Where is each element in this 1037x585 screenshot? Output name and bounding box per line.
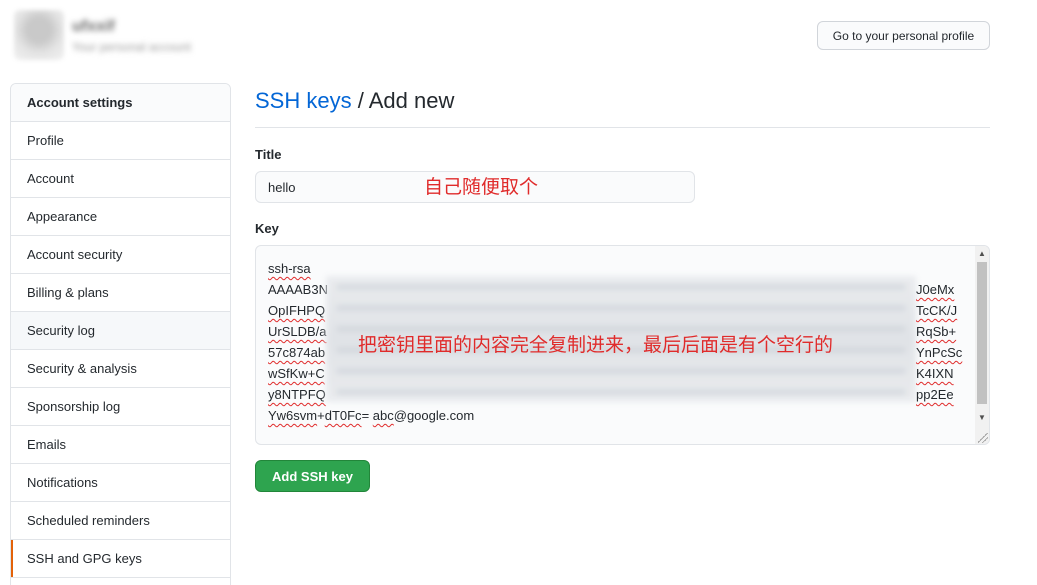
key-line-start: y8NTPFQ xyxy=(268,387,326,402)
sidebar-item-security-log[interactable]: Security log xyxy=(11,312,230,350)
redaction-streak xyxy=(336,284,906,290)
key-line-text: ssh-rsa xyxy=(268,261,311,276)
key-last-part: dT0Fc xyxy=(324,408,362,423)
settings-sidebar: Account settings Profile Account Appeara… xyxy=(10,83,231,585)
sidebar-item-billing-plans[interactable]: Billing & plans xyxy=(11,274,230,312)
go-to-profile-button[interactable]: Go to your personal profile xyxy=(817,21,990,50)
sidebar-item-security-analysis[interactable]: Security & analysis xyxy=(11,350,230,388)
sidebar-item-account[interactable]: Account xyxy=(11,160,230,198)
scroll-thumb[interactable] xyxy=(977,262,987,404)
key-line-end: TcCK/J xyxy=(916,303,958,318)
page-title-text: Add new xyxy=(368,88,455,113)
sidebar-title: Account settings xyxy=(11,84,230,122)
redaction-streak xyxy=(336,389,906,395)
sidebar-item-sponsorship-log[interactable]: Sponsorship log xyxy=(11,388,230,426)
scroll-down-icon[interactable]: ▼ xyxy=(975,410,989,424)
key-line-end: pp2Ee xyxy=(916,387,954,402)
breadcrumb-separator: / xyxy=(351,88,369,113)
key-line-start: OpIFHPQ xyxy=(268,303,326,318)
sidebar-item-ssh-gpg-keys[interactable]: SSH and GPG keys xyxy=(11,540,230,578)
key-annotation: 把密钥里面的内容完全复制进来，最后后面是有个空行的 xyxy=(358,334,834,356)
add-ssh-key-button[interactable]: Add SSH key xyxy=(255,460,370,492)
breadcrumb-ssh-keys-link[interactable]: SSH keys xyxy=(255,88,352,113)
page-title: SSH keys / Add new xyxy=(255,88,454,114)
key-line-endings: J0eMx TcCK/J RqSb+ YnPcSc K4IXN pp2Ee xyxy=(916,279,962,405)
sidebar-item-emails[interactable]: Emails xyxy=(11,426,230,464)
avatar[interactable] xyxy=(14,10,64,60)
key-field-label: Key xyxy=(255,221,279,236)
resize-handle-icon[interactable] xyxy=(978,433,988,443)
sidebar-item-notifications[interactable]: Notifications xyxy=(11,464,230,502)
key-line-start: UrSLDB/a xyxy=(268,324,327,339)
account-subtitle: Your personal account xyxy=(72,40,191,54)
title-annotation: 自己随便取个 xyxy=(424,176,539,198)
key-line-start: AAAAB3N xyxy=(268,282,328,297)
key-line-start: wSfKw+C xyxy=(268,366,325,381)
key-line-start: 57c874ab xyxy=(268,345,326,360)
key-line-end: YnPcSc xyxy=(916,345,963,360)
key-last-part: @google.com xyxy=(393,408,475,423)
title-field-label: Title xyxy=(255,147,282,162)
title-divider xyxy=(255,127,990,128)
username[interactable]: ufxxif xyxy=(72,18,115,36)
title-input-value: hello xyxy=(268,179,296,195)
key-line-end: K4IXN xyxy=(916,366,954,381)
key-scrollbar[interactable]: ▲ ▼ xyxy=(975,246,989,444)
scroll-up-icon[interactable]: ▲ xyxy=(975,246,989,260)
account-header: ufxxif Your personal account xyxy=(10,8,250,62)
key-line-end: RqSb+ xyxy=(916,324,957,339)
sidebar-item-appearance[interactable]: Appearance xyxy=(11,198,230,236)
key-textarea[interactable]: ssh-rsa AAAAB3N OpIFHPQ UrSLDB/a 57c874a… xyxy=(255,245,990,445)
redaction-streak xyxy=(336,368,906,374)
key-last-part: = xyxy=(361,408,373,423)
sidebar-item-account-security[interactable]: Account security xyxy=(11,236,230,274)
redaction-streak xyxy=(336,305,906,311)
key-last-line: Yw6svm+dT0Fc= abc@google.com xyxy=(268,405,474,426)
key-last-part: abc xyxy=(372,408,394,423)
key-last-part: Yw6svm xyxy=(268,408,318,423)
key-last-part: + xyxy=(317,408,325,423)
key-line-end: J0eMx xyxy=(916,282,955,297)
sidebar-item-scheduled-reminders[interactable]: Scheduled reminders xyxy=(11,502,230,540)
sidebar-item-profile[interactable]: Profile xyxy=(11,122,230,160)
